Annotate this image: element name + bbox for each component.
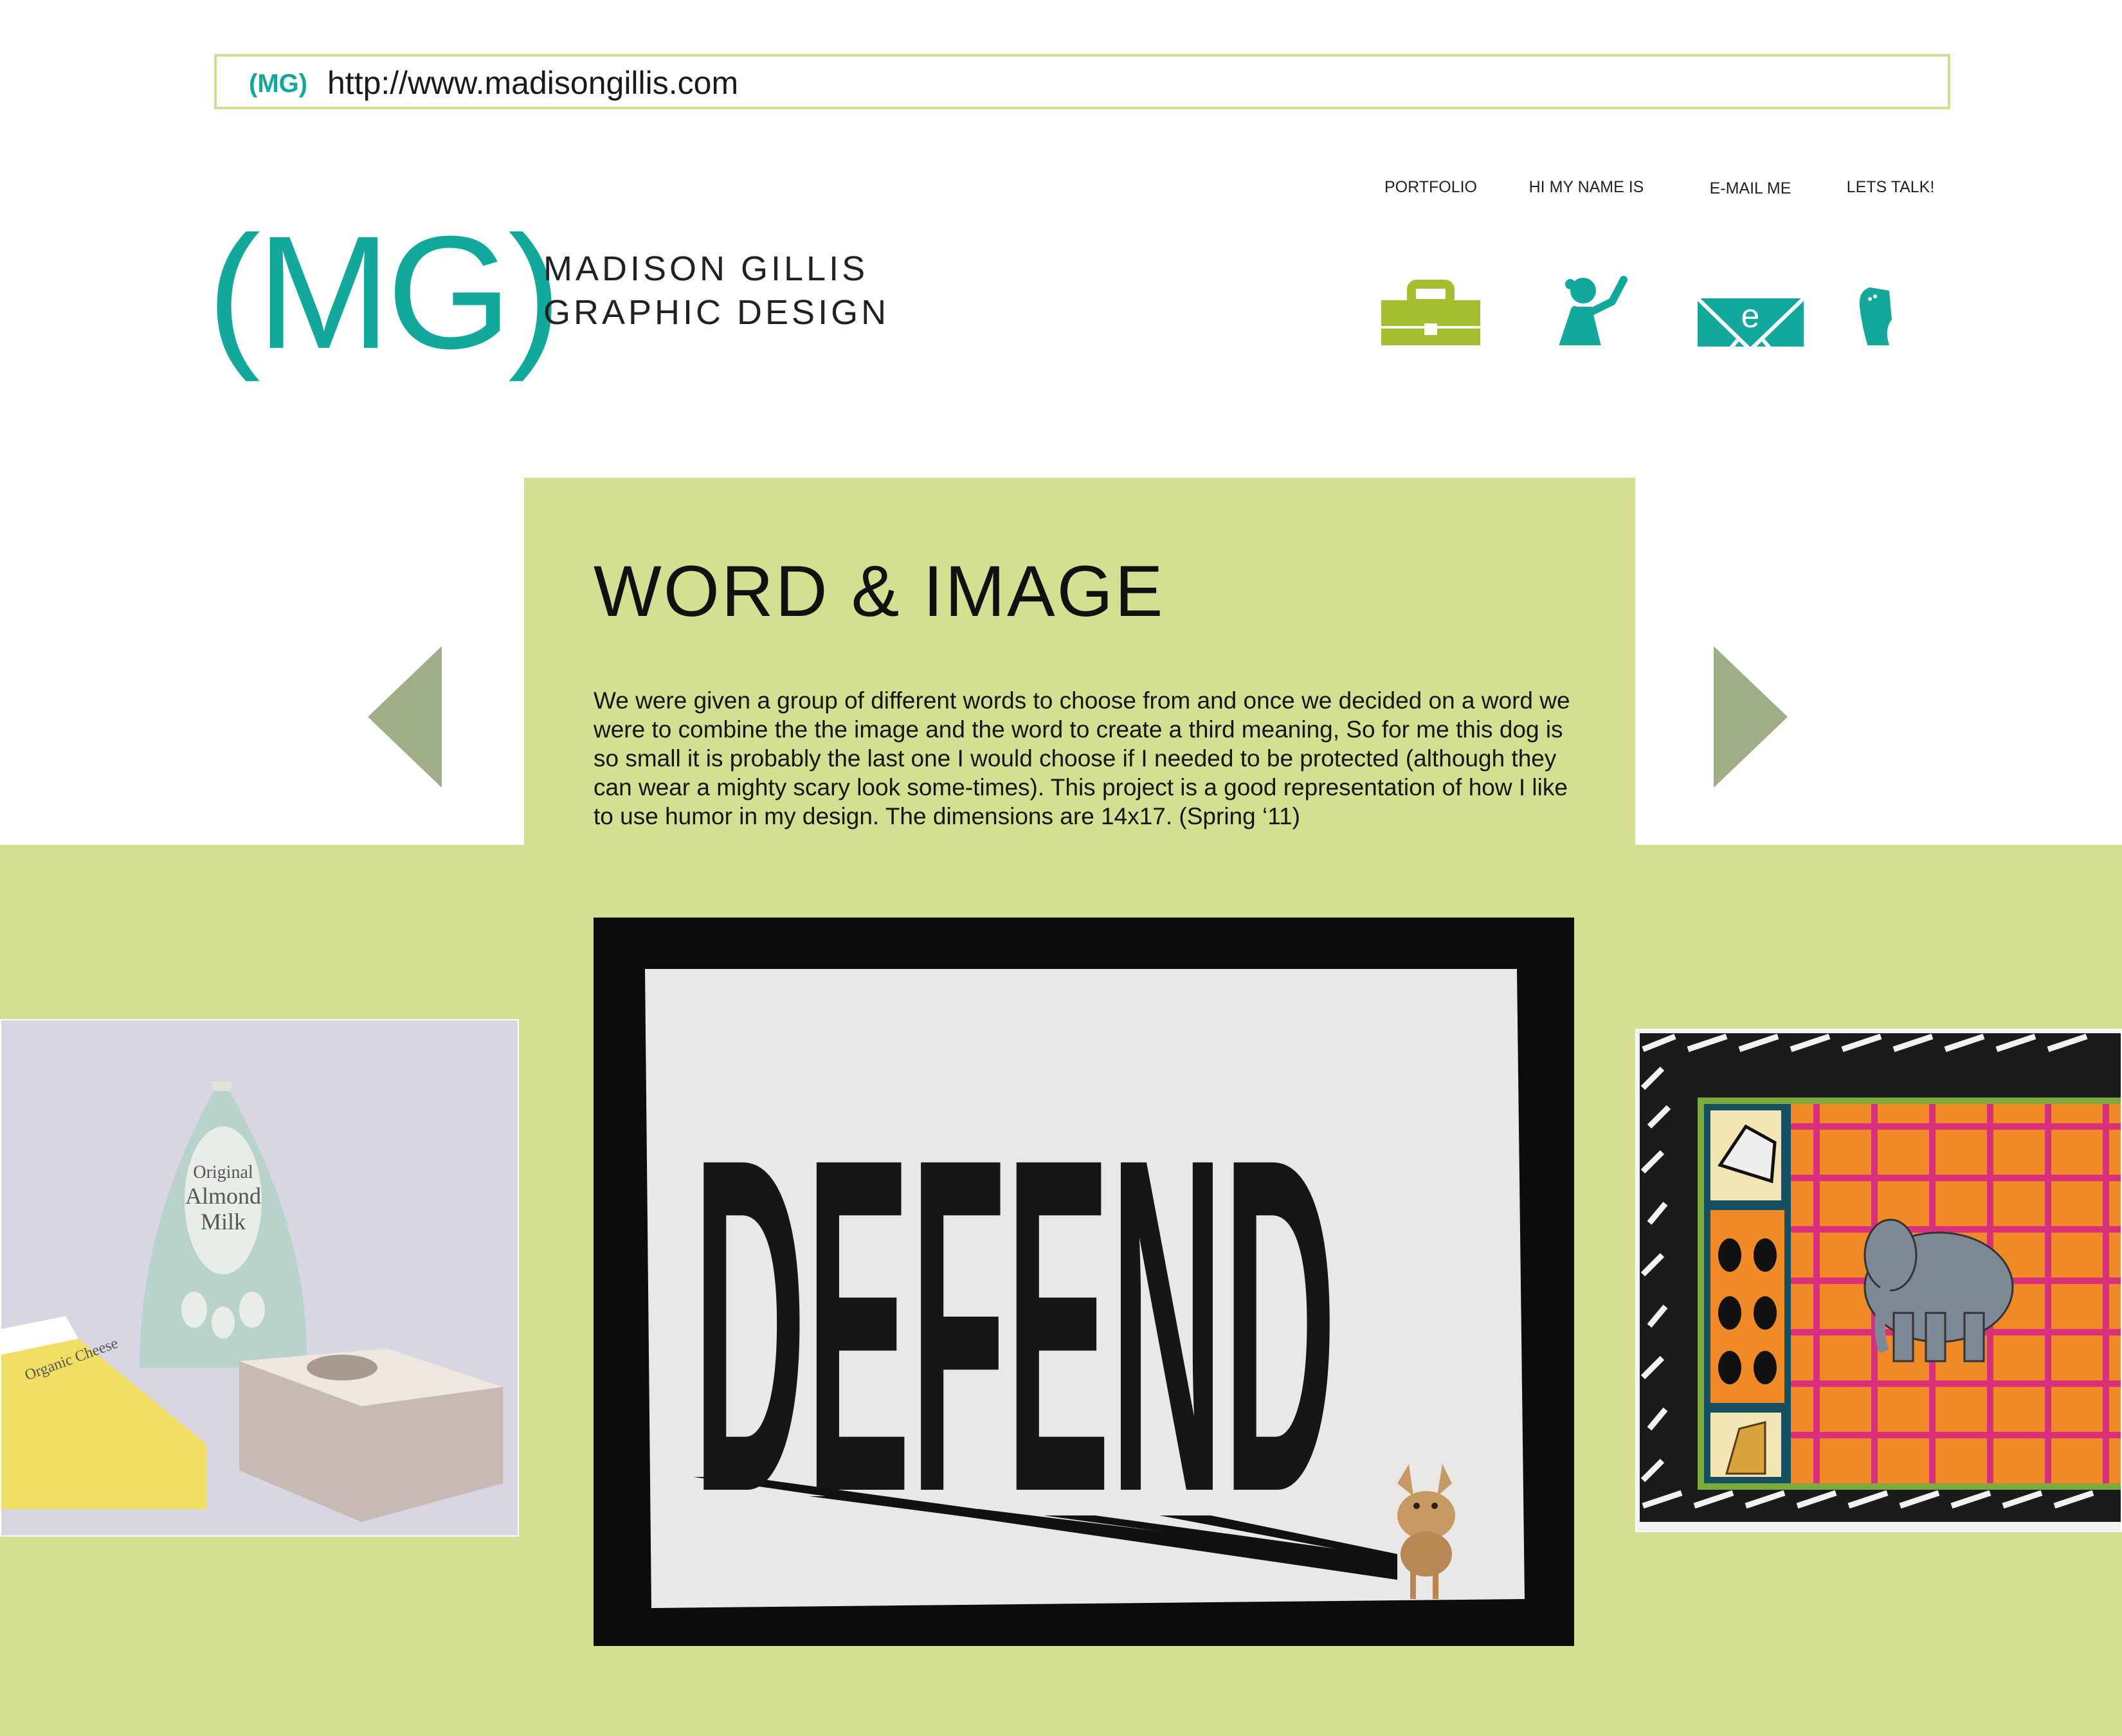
nav-portfolio[interactable]: PORTFOLIO — [1360, 178, 1501, 358]
girl-waving-icon — [1559, 276, 1628, 345]
main-project-image[interactable]: DEFEND — [594, 918, 1574, 1646]
band-edge — [1635, 836, 2122, 845]
envelope-icon: e — [1696, 296, 1806, 347]
defend-poster: DEFEND — [594, 918, 1574, 1646]
poster-word: DEFEND — [693, 1059, 1336, 1591]
logo-name: MADISON GILLIS — [543, 249, 869, 288]
phone-icon — [1859, 287, 1892, 345]
packaging-photo: Original Almond Milk Organic Cheese — [1, 1020, 518, 1535]
nav-about-label: HI MY NAME IS — [1528, 178, 1644, 196]
nav-portfolio-label: PORTFOLIO — [1384, 178, 1477, 196]
section-title: WORD & IMAGE — [594, 551, 1165, 631]
url-text[interactable]: http://www.madisongillis.com — [327, 64, 738, 102]
nav-email-label: E-MAIL ME — [1709, 179, 1791, 197]
svg-text:Almond: Almond — [185, 1183, 261, 1209]
logo-tagline: GRAPHIC DESIGN — [543, 293, 890, 332]
nav-about[interactable]: HI MY NAME IS — [1516, 178, 1657, 358]
svg-text:e: e — [1741, 298, 1760, 335]
next-project-image[interactable] — [1635, 1029, 2122, 1532]
animal-print-artwork — [1637, 1030, 2121, 1531]
section-description: We were given a group of different words… — [594, 687, 1570, 829]
previous-arrow-icon[interactable] — [368, 646, 442, 788]
next-arrow-icon[interactable] — [1714, 646, 1788, 788]
svg-text:Original: Original — [193, 1162, 253, 1182]
address-bar[interactable]: (MG) http://www.madisongillis.com — [214, 54, 1950, 109]
logo-mark[interactable]: (MG) — [207, 196, 561, 389]
url-logo-mark: (MG) — [249, 69, 308, 98]
briefcase-icon — [1381, 280, 1480, 345]
nav-talk-label: LETS TALK! — [1846, 178, 1935, 196]
nav-talk[interactable]: LETS TALK! — [1820, 178, 1961, 358]
previous-project-image[interactable]: Original Almond Milk Organic Cheese — [0, 1019, 519, 1537]
svg-text:Milk: Milk — [201, 1209, 246, 1234]
nav-email[interactable]: E-MAIL ME e — [1680, 179, 1821, 359]
